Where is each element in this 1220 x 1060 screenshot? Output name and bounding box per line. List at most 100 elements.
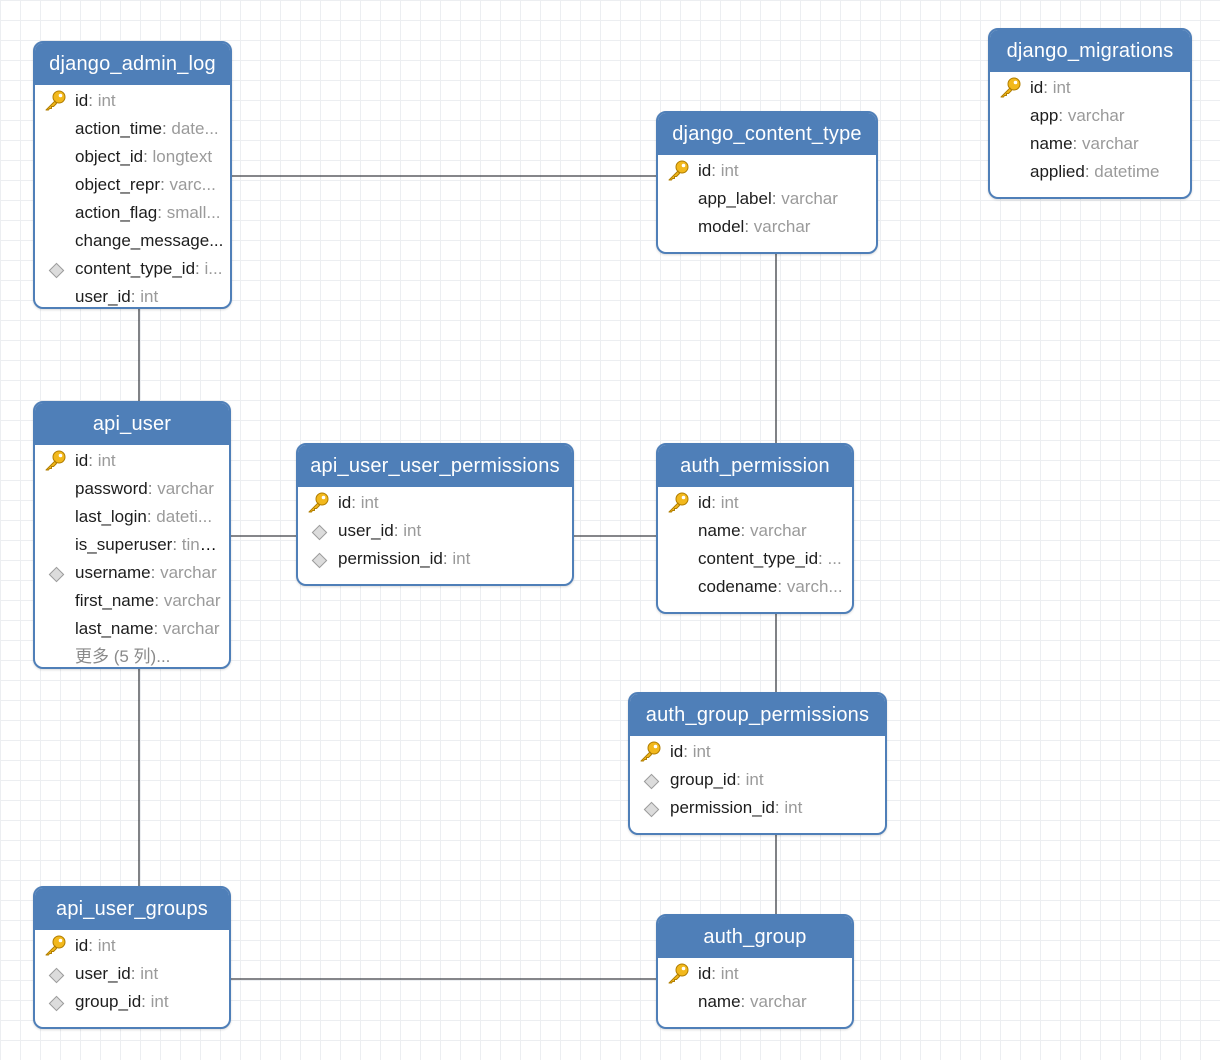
field-separator: : <box>1058 106 1068 125</box>
field-row[interactable]: is_superuser: tinyi... <box>35 531 229 559</box>
field-row[interactable]: id: int <box>630 738 885 766</box>
field-row[interactable]: object_repr: varc... <box>35 171 230 199</box>
table-title[interactable]: django_migrations <box>990 30 1190 72</box>
field-row[interactable]: object_id: longtext <box>35 143 230 171</box>
field-separator: : <box>744 217 754 236</box>
field-row[interactable]: applied: datetime <box>990 158 1190 186</box>
field-type: longtext <box>152 147 213 166</box>
table-title[interactable]: auth_group <box>658 916 852 958</box>
field-row[interactable]: group_id: int <box>630 766 885 794</box>
field-row[interactable]: id: int <box>35 447 229 475</box>
field-separator: : <box>130 287 141 306</box>
field-row[interactable]: user_id: int <box>35 283 230 307</box>
table-auth-group-permissions[interactable]: auth_group_permissions id: int group_id: i… <box>628 692 887 835</box>
field-separator: : <box>195 259 205 278</box>
field-row[interactable]: permission_id: int <box>298 545 572 573</box>
field-row[interactable]: id: int <box>990 74 1190 102</box>
more-columns-link[interactable]: 更多 (5 列)... <box>35 643 229 667</box>
field-row[interactable]: change_message... <box>35 227 230 255</box>
field-separator: : <box>1043 78 1053 97</box>
field-type: varchar <box>157 479 214 498</box>
field-type: varchar <box>781 189 838 208</box>
field-type: int <box>97 91 116 110</box>
field-row[interactable]: content_type_id: ... <box>658 545 852 573</box>
field-separator: : <box>88 936 98 955</box>
field-separator: : <box>147 479 158 498</box>
field-type: tinyi... <box>181 535 227 554</box>
table-django-migrations[interactable]: django_migrations id: int app: varchar name… <box>988 28 1192 199</box>
table-auth-group[interactable]: auth_group id: int name: varchar <box>656 914 854 1029</box>
field-separator: : <box>711 493 721 512</box>
field-row[interactable]: id: int <box>658 157 876 185</box>
field-type: date... <box>171 119 219 138</box>
table-auth-permission[interactable]: auth_permission id: int name: varchar conte… <box>656 443 854 614</box>
field-row[interactable]: id: int <box>35 932 229 960</box>
table-title[interactable]: django_content_type <box>658 113 876 155</box>
field-separator: : <box>141 992 151 1011</box>
primary-key-icon <box>308 492 329 513</box>
field-separator: : <box>154 591 164 610</box>
field-separator: : <box>683 742 693 761</box>
field-row[interactable]: group_id: int <box>35 988 229 1016</box>
primary-key-icon <box>668 492 689 513</box>
field-row[interactable]: action_flag: small... <box>35 199 230 227</box>
field-name: group_id <box>75 992 142 1011</box>
field-row[interactable]: app: varchar <box>990 102 1190 130</box>
table-api-user-user-permissions[interactable]: api_user_user_permissions id: int user_id:… <box>296 443 574 586</box>
field-type: varchar <box>749 992 807 1011</box>
field-type: int <box>692 742 711 761</box>
field-name: password <box>75 479 148 498</box>
field-row[interactable]: codename: varch... <box>658 573 852 601</box>
field-name: app <box>1030 106 1059 125</box>
field-row[interactable]: name: varchar <box>658 517 852 545</box>
field-name: action_flag <box>75 203 158 222</box>
field-row[interactable]: name: varchar <box>658 988 852 1016</box>
field-type: small... <box>166 203 221 222</box>
field-list: id: int user_id: int permission_id: int <box>298 487 572 577</box>
field-row[interactable]: model: varchar <box>658 213 876 241</box>
field-name: username <box>75 563 151 582</box>
field-type: int <box>140 287 159 306</box>
field-separator: : <box>740 521 750 540</box>
field-type: varchar <box>160 563 217 582</box>
field-name: name <box>698 521 741 540</box>
table-title[interactable]: auth_permission <box>658 445 852 487</box>
field-name: change_message... <box>75 231 224 250</box>
primary-key-icon <box>668 160 689 181</box>
field-separator: : <box>150 563 161 582</box>
field-row[interactable]: id: int <box>658 489 852 517</box>
field-row[interactable]: app_label: varchar <box>658 185 876 213</box>
field-row[interactable]: name: varchar <box>990 130 1190 158</box>
table-api-user-groups[interactable]: api_user_groups id: int user_id: int group_… <box>33 886 231 1029</box>
field-row[interactable]: username: varchar <box>35 559 229 587</box>
field-separator: : <box>1072 134 1082 153</box>
table-title[interactable]: auth_group_permissions <box>630 694 885 736</box>
field-row[interactable]: password: varchar <box>35 475 229 503</box>
field-row[interactable]: last_login: dateti... <box>35 503 229 531</box>
field-row[interactable]: content_type_id: i... <box>35 255 230 283</box>
table-api-user[interactable]: api_user id: int password: varchar last_log… <box>33 401 231 669</box>
field-row[interactable]: first_name: varchar <box>35 587 229 615</box>
field-row[interactable]: id: int <box>658 960 852 988</box>
field-name: action_time <box>75 119 162 138</box>
table-django-content-type[interactable]: django_content_type id: int app_label: var… <box>656 111 878 254</box>
field-type: int <box>720 493 739 512</box>
field-row[interactable]: permission_id: int <box>630 794 885 822</box>
field-row[interactable]: action_time: date... <box>35 115 230 143</box>
field-name: id <box>698 493 712 512</box>
field-type: dateti... <box>156 507 213 526</box>
field-row[interactable]: user_id: int <box>35 960 229 988</box>
field-row[interactable]: id: int <box>35 87 230 115</box>
field-list: id: int user_id: int group_id: int <box>35 930 229 1020</box>
field-type: datetime <box>1094 162 1160 181</box>
table-title[interactable]: api_user_groups <box>35 888 229 930</box>
field-row[interactable]: id: int <box>298 489 572 517</box>
field-type: varchar <box>162 619 220 638</box>
table-title[interactable]: api_user_user_permissions <box>298 445 572 487</box>
field-row[interactable]: user_id: int <box>298 517 572 545</box>
field-row[interactable]: last_name: varchar <box>35 615 229 643</box>
table-title[interactable]: django_admin_log <box>35 43 230 85</box>
field-type: int <box>150 992 169 1011</box>
table-title[interactable]: api_user <box>35 403 229 445</box>
table-django-admin-log[interactable]: django_admin_log id: int action_time: date… <box>33 41 232 309</box>
